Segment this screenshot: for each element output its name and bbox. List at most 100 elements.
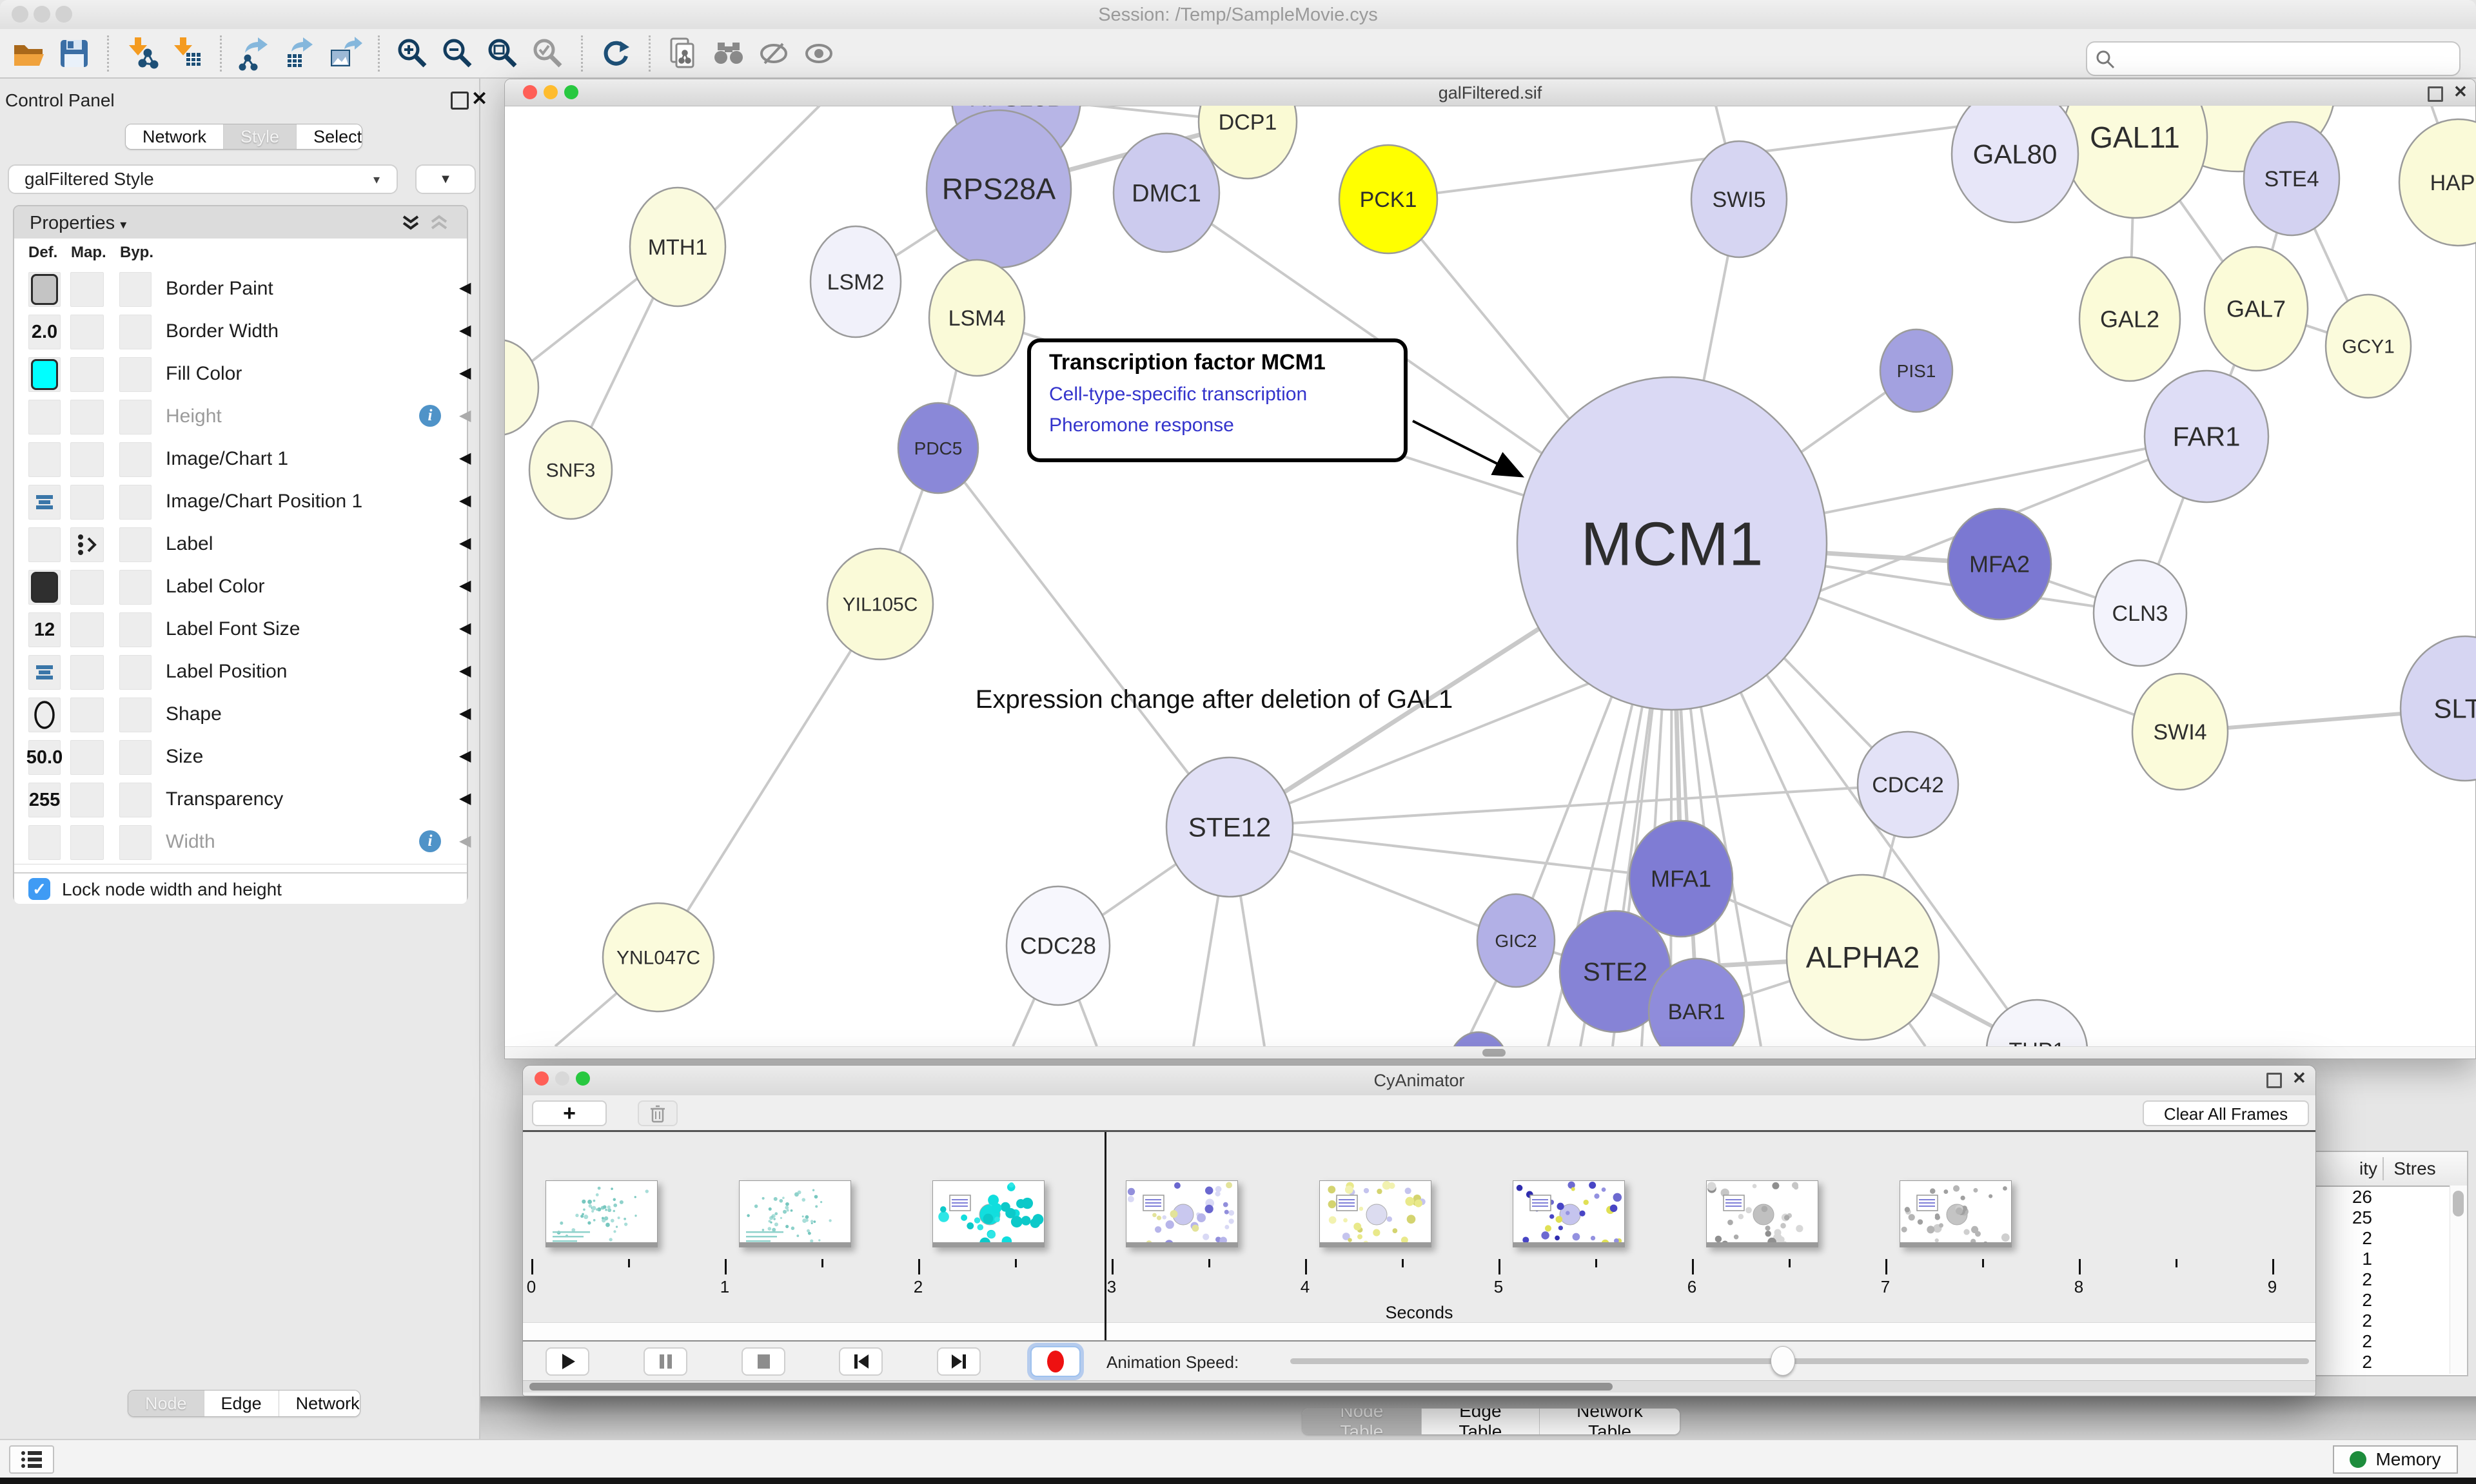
close-view-icon[interactable]: ✕: [2453, 82, 2468, 102]
network-node-cdc42[interactable]: CDC42: [1858, 732, 1958, 837]
task-history-button[interactable]: [9, 1445, 54, 1474]
map-cell[interactable]: [70, 527, 104, 562]
def-cell[interactable]: 50.0: [28, 740, 61, 775]
map-cell[interactable]: [70, 400, 104, 434]
annotation-link-1[interactable]: Cell-type-specific transcription: [1049, 384, 1307, 405]
network-node-dmc1[interactable]: DMC1: [1114, 133, 1219, 252]
network-edge[interactable]: [938, 448, 1230, 827]
network-node-pdc5[interactable]: PDC5: [898, 403, 978, 493]
map-cell[interactable]: [70, 485, 104, 520]
tab-node[interactable]: Node: [128, 1391, 204, 1416]
network-node-yil105c[interactable]: YIL105C: [827, 549, 933, 659]
byp-cell[interactable]: [119, 783, 152, 817]
expand-row-icon[interactable]: ◀: [459, 704, 471, 723]
show-details-button[interactable]: [800, 34, 838, 73]
export-table-button[interactable]: [281, 34, 319, 73]
expand-row-icon[interactable]: ◀: [459, 661, 471, 680]
network-node-ste4[interactable]: STE4: [2244, 122, 2339, 235]
map-cell[interactable]: [70, 357, 104, 392]
tab-network-table[interactable]: Network Table: [1540, 1409, 1680, 1434]
style-options-button[interactable]: ▼: [415, 164, 476, 194]
property-row-label[interactable]: Label◀: [14, 523, 467, 567]
frame-thumbnail-4[interactable]: [1319, 1180, 1431, 1247]
info-icon[interactable]: i: [419, 405, 441, 427]
export-network-button[interactable]: [236, 34, 273, 73]
tab-node-table[interactable]: Node Table: [1302, 1409, 1422, 1434]
network-node-rps28a[interactable]: RPS28A: [927, 110, 1071, 268]
network-node-gal7[interactable]: GAL7: [2205, 247, 2308, 371]
zoom-selected-button[interactable]: [529, 34, 567, 73]
network-node-hap2[interactable]: HAP2: [2399, 119, 2476, 246]
float-window-icon[interactable]: [2266, 1073, 2282, 1088]
map-cell[interactable]: [70, 570, 104, 605]
def-cell[interactable]: [28, 400, 61, 434]
network-node-ynl047c[interactable]: YNL047C: [603, 903, 714, 1011]
byp-cell[interactable]: [119, 655, 152, 690]
byp-cell[interactable]: [119, 527, 152, 562]
property-row-label-font-size[interactable]: 12Label Font Size◀: [14, 609, 467, 652]
property-row-fill-color[interactable]: Fill Color◀: [14, 353, 467, 396]
network-node-pis1[interactable]: PIS1: [1880, 329, 1952, 412]
map-cell[interactable]: [70, 612, 104, 647]
timeline-playhead[interactable]: [1105, 1132, 1106, 1340]
map-cell[interactable]: [70, 272, 104, 307]
map-cell[interactable]: [70, 740, 104, 775]
import-table-button[interactable]: [168, 34, 206, 73]
import-network-button[interactable]: [123, 34, 161, 73]
collapse-all-icon[interactable]: [429, 214, 449, 233]
property-row-shape[interactable]: Shape◀: [14, 694, 467, 737]
map-cell[interactable]: [70, 442, 104, 477]
def-cell[interactable]: [28, 570, 61, 605]
map-cell[interactable]: [70, 783, 104, 817]
def-cell[interactable]: 255: [28, 783, 61, 817]
byp-cell[interactable]: [119, 740, 152, 775]
play-button[interactable]: [545, 1347, 589, 1376]
expand-row-icon[interactable]: ◀: [459, 789, 471, 808]
network-node-gal11[interactable]: GAL11: [2063, 106, 2207, 218]
byp-cell[interactable]: [119, 485, 152, 520]
def-cell[interactable]: [28, 527, 61, 562]
network-node-swi4[interactable]: SWI4: [2132, 674, 2228, 790]
expand-row-icon[interactable]: ◀: [459, 832, 471, 850]
record-button[interactable]: [1030, 1346, 1081, 1377]
def-cell[interactable]: [28, 698, 61, 732]
def-cell[interactable]: [28, 357, 61, 392]
frame-thumbnail-2[interactable]: [932, 1180, 1045, 1247]
tab-network[interactable]: Network: [126, 124, 224, 149]
tab-select[interactable]: Select: [297, 124, 362, 149]
timeline-scrollbar[interactable]: [523, 1380, 2315, 1392]
expand-row-icon[interactable]: ◀: [459, 534, 471, 552]
expand-row-icon[interactable]: ◀: [459, 576, 471, 595]
tab-edge-table[interactable]: Edge Table: [1422, 1409, 1540, 1434]
property-row-height[interactable]: Heighti◀: [14, 396, 467, 439]
expand-row-icon[interactable]: ◀: [459, 449, 471, 467]
property-row-label-color[interactable]: Label Color◀: [14, 566, 467, 609]
property-row-border-paint[interactable]: Border Paint◀: [14, 268, 467, 311]
network-node-cln3[interactable]: CLN3: [2094, 560, 2186, 666]
add-frame-button[interactable]: +: [532, 1100, 607, 1126]
skip-to-start-button[interactable]: [839, 1347, 883, 1376]
network-node-snf3[interactable]: SNF3: [529, 421, 612, 519]
property-row-border-width[interactable]: 2.0Border Width◀: [14, 311, 467, 354]
property-row-image-chart-position-1[interactable]: Image/Chart Position 1◀: [14, 481, 467, 524]
skip-to-end-button[interactable]: [937, 1347, 981, 1376]
stop-button[interactable]: [742, 1347, 785, 1376]
byp-cell[interactable]: [119, 698, 152, 732]
property-row-image-chart-1[interactable]: Image/Chart 1◀: [14, 438, 467, 482]
frame-thumbnail-6[interactable]: [1706, 1180, 1818, 1247]
expand-row-icon[interactable]: ◀: [459, 619, 471, 638]
network-node-lsm4[interactable]: LSM4: [929, 260, 1025, 376]
annotation-box[interactable]: Transcription factor MCM1 Cell-type-spec…: [1027, 338, 1408, 462]
network-node-mfa1[interactable]: MFA1: [1629, 821, 1733, 937]
hide-details-button[interactable]: [755, 34, 792, 73]
network-node-mfa2[interactable]: MFA2: [1948, 509, 2051, 620]
close-panel-icon[interactable]: ✕: [471, 88, 487, 110]
network-node-ste12[interactable]: STE12: [1166, 757, 1293, 897]
network-edge[interactable]: [1230, 785, 1908, 827]
close-view-icon[interactable]: ✕: [2292, 1068, 2306, 1088]
zoom-in-button[interactable]: [394, 34, 431, 73]
table-column-stres[interactable]: Stres: [2383, 1158, 2447, 1179]
map-cell[interactable]: [70, 315, 104, 349]
byp-cell[interactable]: [119, 570, 152, 605]
frame-thumbnail-5[interactable]: [1513, 1180, 1625, 1247]
